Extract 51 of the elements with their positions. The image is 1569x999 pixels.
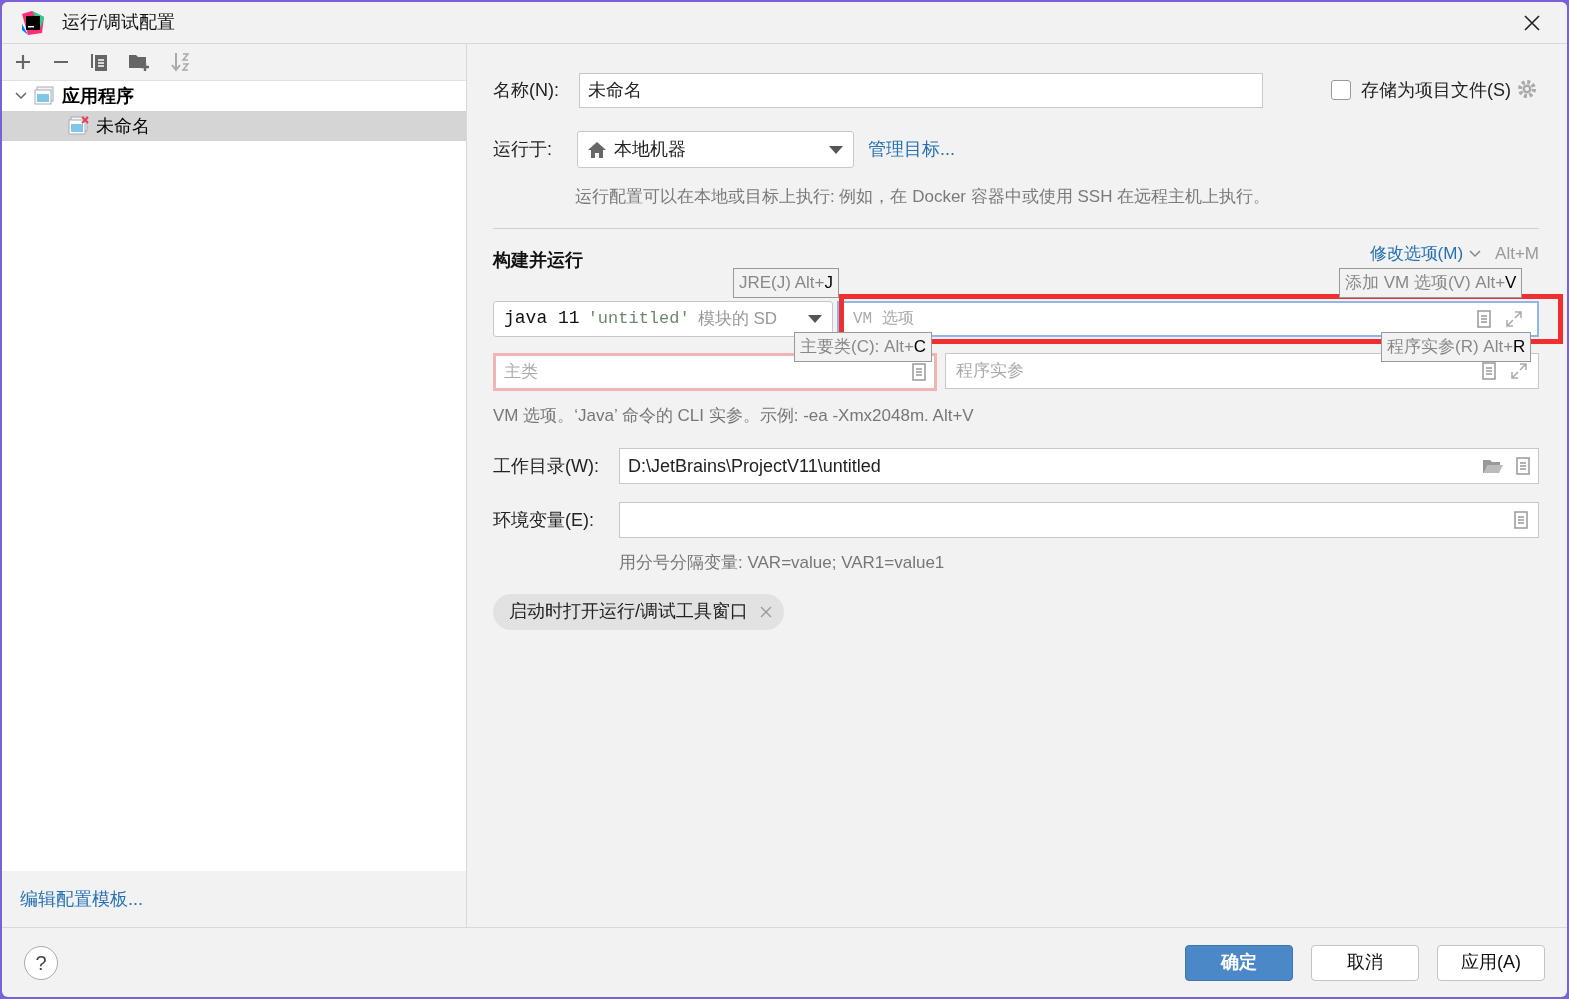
document-icon[interactable] bbox=[912, 362, 926, 381]
shortcut-tooltip: JRE(J) Alt+J bbox=[733, 268, 839, 298]
sort-icon[interactable] bbox=[170, 51, 192, 73]
shortcut-tooltip: 程序实参(R) Alt+R bbox=[1381, 332, 1532, 362]
shortcut-text: Alt+M bbox=[1495, 242, 1539, 265]
description-text: 运行配置可以在本地或目标上执行: 例如，在 Docker 容器中或使用 SSH 在远程主机上执行。 bbox=[575, 186, 1272, 208]
caret-icon bbox=[829, 145, 843, 154]
close-icon[interactable] bbox=[1523, 13, 1541, 32]
checkbox[interactable] bbox=[1331, 80, 1351, 100]
add-icon[interactable] bbox=[14, 53, 32, 71]
document-icon[interactable] bbox=[1482, 361, 1496, 380]
field-label: 运行于: bbox=[493, 138, 553, 161]
home-icon bbox=[588, 141, 606, 158]
edit-templates-link[interactable]: 编辑配置模板... bbox=[20, 885, 143, 913]
caret-icon bbox=[808, 314, 822, 323]
manage-targets-link[interactable]: 管理目标... bbox=[868, 136, 955, 163]
working-directory-field[interactable]: D:\JetBrains\ProjectV11\untitled bbox=[619, 448, 1539, 484]
hint-text: VM 选项。‘Java’ 命令的 CLI 实参。示例: -ea -Xmx2048m. Alt+V bbox=[493, 404, 975, 427]
help-button[interactable]: ? bbox=[24, 945, 58, 980]
window-icon bbox=[34, 86, 56, 106]
settings-icon[interactable] bbox=[1517, 79, 1539, 101]
app-logo-icon bbox=[20, 9, 46, 36]
field-label: 名称(N): bbox=[493, 78, 560, 102]
option-chip[interactable]: 启动时打开运行/调试工具窗口 bbox=[493, 593, 784, 630]
folder-icon[interactable] bbox=[1482, 457, 1504, 475]
document-icon[interactable] bbox=[1477, 309, 1491, 328]
run-on-dropdown[interactable]: 本地机器 bbox=[577, 131, 854, 168]
dialog-button[interactable]: 取消 bbox=[1311, 944, 1419, 981]
shortcut-tooltip: 主要类(C): Alt+C bbox=[794, 332, 933, 362]
expand-icon[interactable] bbox=[1510, 361, 1528, 380]
modify-options-link[interactable]: 修改选项(M) bbox=[1369, 240, 1464, 267]
dialog-button[interactable]: 确定 bbox=[1185, 944, 1293, 981]
jre-dropdown[interactable]: java 11 'untitled' 模块的 SD bbox=[493, 300, 833, 337]
tree-item[interactable]: 未命名 bbox=[2, 111, 466, 141]
window-title: 运行/调试配置 bbox=[62, 11, 175, 34]
environment-variables-field[interactable] bbox=[619, 502, 1539, 538]
dialog-button[interactable]: 应用(A) bbox=[1437, 944, 1545, 981]
field-label: 环境变量(E): bbox=[493, 508, 595, 532]
new-folder-icon[interactable] bbox=[128, 52, 150, 72]
copy-icon[interactable] bbox=[90, 52, 108, 72]
shortcut-tooltip: 添加 VM 选项(V) Alt+V bbox=[1339, 268, 1523, 298]
tree-item[interactable]: 应用程序 bbox=[2, 81, 466, 111]
document-icon[interactable] bbox=[1516, 457, 1530, 475]
section-title: 构建并运行 bbox=[493, 249, 583, 272]
checkbox-label: 存储为项目文件(S) bbox=[1361, 78, 1511, 102]
expand-icon[interactable] bbox=[1505, 309, 1523, 328]
name-field[interactable]: 未命名 bbox=[579, 72, 1263, 108]
document-icon[interactable] bbox=[1514, 511, 1528, 529]
field-label: 工作目录(W): bbox=[493, 454, 600, 478]
hint-text: 用分号分隔变量: VAR=value; VAR1=value1 bbox=[619, 552, 946, 574]
chevron-icon bbox=[1469, 249, 1482, 258]
